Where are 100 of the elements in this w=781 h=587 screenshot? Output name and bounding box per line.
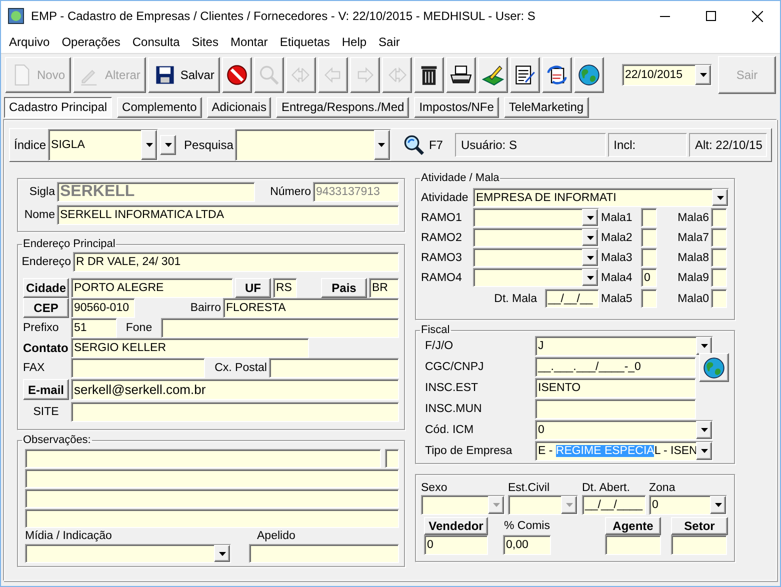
dropdown-button[interactable] [582,209,598,226]
text-field[interactable]: 0,00 [503,535,551,555]
field-button[interactable]: Cidade [23,278,69,298]
text-field[interactable] [269,358,399,378]
tab[interactable]: Impostos/NFe [414,96,499,118]
text-field[interactable] [249,544,399,563]
dropdown-button[interactable] [712,189,728,206]
dropdown-button[interactable] [582,229,598,246]
text-field[interactable]: __/__/____ [582,495,646,515]
field-button[interactable]: Setor [671,517,728,535]
text-field[interactable] [385,449,399,468]
text-field[interactable] [711,248,727,267]
tab[interactable]: TeleMarketing [504,96,589,118]
search-icon[interactable] [402,134,425,156]
text-field[interactable] [605,535,661,555]
field-label: Dt. Mala [493,292,537,306]
text-field[interactable] [671,535,727,555]
field-button[interactable]: E-mail [23,379,69,400]
refresh-button[interactable] [542,56,572,92]
field-button[interactable]: CEP [23,298,69,318]
dropdown-field[interactable] [473,208,599,227]
field-button[interactable]: Agente [605,517,661,535]
text-field[interactable] [71,402,399,422]
dropdown-field[interactable]: J [535,336,713,356]
tab[interactable]: Complemento [117,96,202,118]
dropdown-field[interactable] [473,248,599,267]
dropdown-button[interactable] [214,545,230,562]
text-field[interactable]: RS [273,278,297,298]
dropdown-field[interactable] [473,268,599,287]
dropdown-button[interactable] [696,442,712,460]
text-field[interactable] [71,358,205,378]
dropdown-field[interactable]: 0 [535,420,713,440]
text-field[interactable]: SERGIO KELLER [71,338,309,358]
menu-item[interactable]: Sair [374,35,404,49]
text-field[interactable]: 0 [641,268,657,287]
field-button[interactable]: Pais [321,278,367,298]
dropdown-field[interactable]: 0 [649,495,727,515]
dropdown-button[interactable] [160,135,176,155]
dropdown-field[interactable]: EMPRESA DE INFORMATI [473,188,729,207]
dropdown-button[interactable] [582,249,598,266]
field-button[interactable]: UF [235,278,271,298]
dropdown-button[interactable] [141,130,158,160]
text-field[interactable]: __/__/__ [545,289,599,308]
menu-item[interactable]: Sites [188,35,222,49]
menu-item[interactable]: Operações [58,35,124,49]
text-field[interactable] [711,208,727,227]
text-field[interactable]: SERKELL INFORMATICA LTDA [57,205,399,225]
dropdown-field[interactable]: SIGLA [48,129,158,161]
tab[interactable]: Entrega/Respons./Med [276,96,410,118]
sign-button[interactable] [478,56,508,92]
text-field[interactable] [535,399,696,419]
text-field[interactable] [25,509,399,528]
text-field[interactable]: FLORESTA [223,298,399,318]
globe-button[interactable] [699,353,729,382]
dropdown-field[interactable] [473,228,599,247]
text-field[interactable] [711,268,727,287]
print-button[interactable] [446,56,476,92]
text-field[interactable]: R DR VALE, 24/ 301 [73,252,399,272]
dropdown-field[interactable] [421,495,505,515]
dropdown-button[interactable] [696,337,712,355]
menu-item[interactable]: Consulta [128,35,184,49]
text-field[interactable]: 51 [71,318,117,338]
dropdown-field[interactable] [508,495,578,515]
text-field[interactable]: 0 [424,535,488,555]
cancel-button[interactable] [222,56,252,92]
text-field[interactable] [641,289,657,308]
notes-button[interactable] [510,56,540,92]
dropdown-button[interactable] [710,496,726,514]
save-button[interactable]: Salvar [148,56,220,92]
text-field[interactable]: serkell@serkell.com.br [71,379,399,400]
dropdown-field[interactable]: 22/10/2015 [622,64,712,86]
menu-item[interactable]: Etiquetas [276,35,334,49]
dropdown-button[interactable] [374,130,390,160]
text-field[interactable] [161,318,399,338]
dropdown-field[interactable] [235,129,391,161]
text-field[interactable]: PORTO ALEGRE [71,278,233,298]
menu-item[interactable]: Help [338,35,371,49]
text-field[interactable]: 90560-010 [71,298,135,318]
text-field[interactable] [25,449,381,468]
text-field[interactable] [641,248,657,267]
dropdown-button[interactable] [696,421,712,439]
tab[interactable]: Cadastro Principal [4,96,112,118]
menu-item[interactable]: Arquivo [5,35,54,49]
dropdown-button[interactable] [582,269,598,286]
text-field[interactable] [711,228,727,247]
delete-button[interactable] [414,56,444,92]
dropdown-field[interactable] [25,544,231,563]
text-field[interactable] [641,228,657,247]
globe-button[interactable] [574,56,604,92]
field-button[interactable]: Vendedor [424,517,488,535]
text-field[interactable] [25,489,399,508]
text-field[interactable]: BR [369,278,399,298]
dropdown-button[interactable] [695,64,711,84]
text-field[interactable] [641,208,657,227]
text-field[interactable]: __.___.___/____-_0 [535,357,696,377]
text-field[interactable] [711,289,727,308]
tab[interactable]: Adicionais [206,96,272,118]
text-field[interactable] [25,469,399,488]
menu-item[interactable]: Montar [226,35,272,49]
text-field[interactable]: ISENTO [535,378,696,398]
